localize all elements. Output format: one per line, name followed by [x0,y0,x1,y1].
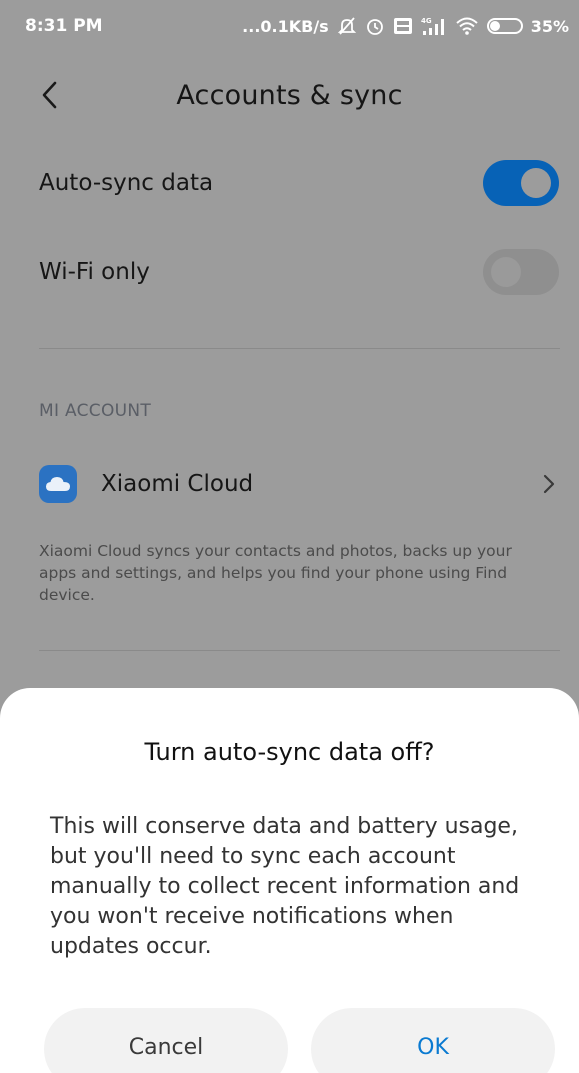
page-header: Accounts & sync [0,62,579,128]
cloud-icon [39,465,77,503]
wifi-only-label: Wi-Fi only [39,259,150,285]
status-bar: 8:31 PM ...0.1KB/s 4G 35% [0,0,579,52]
page-title: Accounts & sync [176,79,403,111]
toggle-knob [521,168,551,198]
chevron-right-icon [537,472,561,496]
battery-icon [486,18,523,34]
auto-sync-row[interactable]: Auto-sync data [0,143,579,223]
toggle-knob [491,257,521,287]
dialog-title: Turn auto-sync data off? [144,738,435,766]
back-button[interactable] [34,78,64,112]
wifi-only-toggle[interactable] [483,249,559,295]
section-header-mi-account: MI ACCOUNT [39,401,152,421]
network-speed: ...0.1KB/s [242,16,329,36]
status-icons: ...0.1KB/s 4G 35% [242,16,569,36]
xiaomi-cloud-label: Xiaomi Cloud [101,471,254,497]
volte-icon [393,18,412,34]
battery-fill [489,21,501,31]
auto-sync-toggle[interactable] [483,160,559,206]
wifi-icon [456,17,478,35]
svg-text:4G: 4G [421,17,432,25]
xiaomi-cloud-row[interactable]: Xiaomi Cloud [0,446,579,522]
ok-button[interactable]: OK [311,1008,555,1073]
divider [39,650,560,651]
confirm-dialog: Turn auto-sync data off? This will conse… [0,688,579,1073]
4g-signal-icon: 4G [421,17,444,35]
wifi-only-row[interactable]: Wi-Fi only [0,232,579,312]
auto-sync-label: Auto-sync data [39,170,214,196]
dialog-message: This will conserve data and battery usag… [50,814,520,959]
status-time: 8:31 PM [25,16,103,36]
alarm-icon [366,19,383,35]
xiaomi-cloud-description: Xiaomi Cloud syncs your contacts and pho… [39,542,512,604]
cancel-button[interactable]: Cancel [44,1008,288,1073]
chevron-left-icon [42,81,57,109]
mute-icon [337,17,356,35]
divider [39,348,560,349]
battery-percent: 35% [530,16,569,36]
